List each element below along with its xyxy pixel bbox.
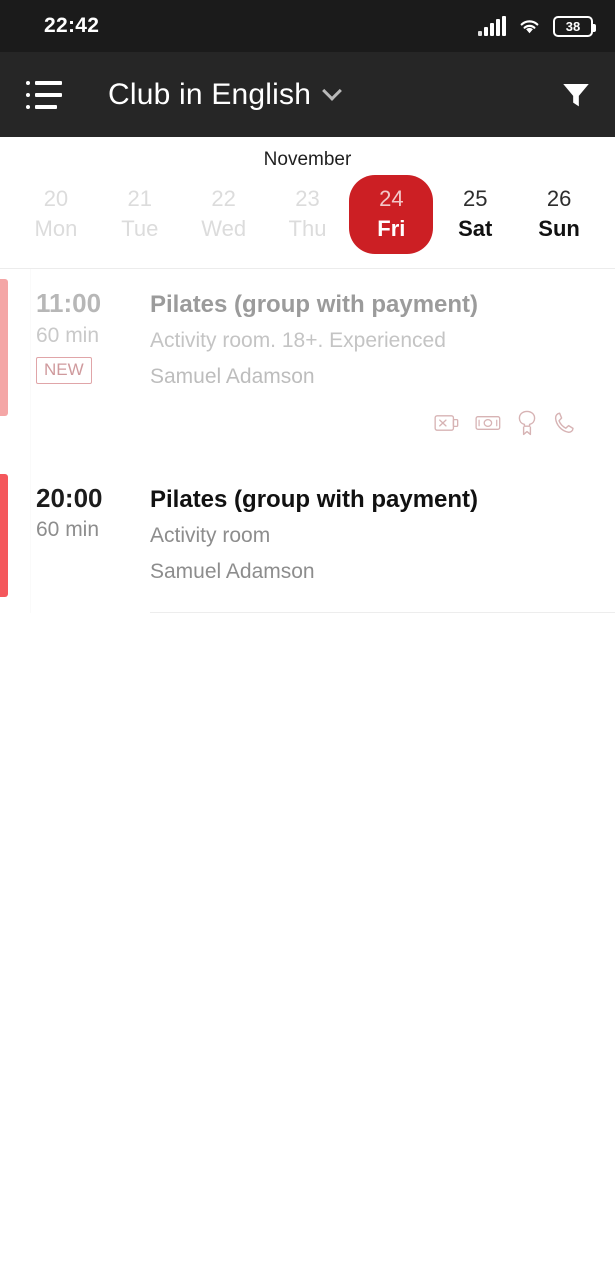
event-accent-bar <box>0 279 8 417</box>
status-badge: NEW <box>36 357 92 384</box>
empty-area <box>0 612 615 1253</box>
day-number: 26 <box>546 186 572 211</box>
status-bar: 22:42 38 <box>0 0 615 52</box>
day-number: 20 <box>43 186 69 211</box>
day-number: 21 <box>127 186 153 211</box>
battery-level-label: 38 <box>565 18 581 34</box>
event-accent-bar <box>0 473 8 597</box>
list-menu-icon[interactable] <box>26 80 64 109</box>
cash-banknote-icon[interactable] <box>475 413 501 433</box>
day-cell-24-selected[interactable]: 24 Fri <box>349 175 434 255</box>
no-card-payment-icon[interactable] <box>434 412 459 434</box>
event-time: 20:00 <box>36 482 103 513</box>
battery-icon: 38 <box>553 15 596 37</box>
event-title: Pilates (group with payment) <box>150 485 479 513</box>
event-info-column: Pilates (group with payment) Activity ro… <box>150 482 615 590</box>
day-number: 25 <box>462 186 488 211</box>
event-gap <box>0 436 615 464</box>
event-subtitle: Activity room <box>150 523 271 547</box>
app-screen: 22:42 38 Club in English November 20 Mon… <box>0 0 615 1280</box>
app-bar: Club in English <box>0 52 615 137</box>
event-duration: 60 min <box>36 518 100 542</box>
day-cell-22[interactable]: 22 Wed <box>182 175 266 254</box>
phone-call-icon[interactable] <box>553 411 575 435</box>
day-number: 22 <box>211 186 236 211</box>
schedule-item[interactable]: 20:00 60 min Pilates (group with payment… <box>0 464 615 597</box>
month-label: November <box>263 149 352 170</box>
day-cell-20[interactable]: 20 Mon <box>14 175 98 254</box>
day-cell-25[interactable]: 25 Sat <box>433 175 517 254</box>
event-time-column: 20:00 60 min <box>0 482 150 590</box>
status-clock: 22:42 <box>44 14 100 37</box>
filter-funnel-icon[interactable] <box>559 78 593 112</box>
day-selector: 20 Mon 21 Tue 22 Wed 23 Thu 24 Fri 25 Sa… <box>0 175 615 268</box>
cellular-signal-icon <box>478 16 506 36</box>
day-weekday: Sat <box>458 215 493 241</box>
day-number: 24 <box>379 186 404 211</box>
event-duration: 60 min <box>36 323 100 347</box>
event-coach: Samuel Adamson <box>150 559 315 583</box>
day-weekday: Mon <box>34 215 78 241</box>
schedule-list: 11:00 60 min NEW Pilates (group with pay… <box>0 269 615 613</box>
event-coach: Samuel Adamson <box>150 365 315 389</box>
status-indicators: 38 <box>478 15 596 37</box>
event-subtitle: Activity room. 18+. Experienced <box>150 329 446 353</box>
chevron-down-icon <box>322 81 343 101</box>
club-selector[interactable]: Club in English <box>108 77 343 112</box>
wifi-icon <box>520 20 539 34</box>
day-weekday: Wed <box>201 215 247 241</box>
day-cell-26[interactable]: 26 Sun <box>517 175 601 254</box>
date-strip: November 20 Mon 21 Tue 22 Wed 23 Thu 24 … <box>0 137 615 270</box>
event-time: 11:00 <box>36 288 102 319</box>
day-weekday: Thu <box>288 215 327 241</box>
day-number: 23 <box>295 186 320 211</box>
event-info-column: Pilates (group with payment) Activity ro… <box>150 287 615 435</box>
day-weekday: Sun <box>538 215 580 241</box>
event-icon-row <box>150 410 599 436</box>
event-title: Pilates (group with payment) <box>150 291 479 319</box>
schedule-item[interactable]: 11:00 60 min NEW Pilates (group with pay… <box>0 269 615 435</box>
award-medal-icon[interactable] <box>517 410 537 436</box>
event-time-column: 11:00 60 min NEW <box>0 287 150 435</box>
day-weekday: Fri <box>377 215 406 241</box>
list-divider <box>150 611 615 613</box>
page-title: Club in English <box>108 77 312 111</box>
day-cell-23[interactable]: 23 Thu <box>266 175 350 254</box>
day-cell-21[interactable]: 21 Tue <box>98 175 182 254</box>
day-weekday: Tue <box>121 215 159 241</box>
